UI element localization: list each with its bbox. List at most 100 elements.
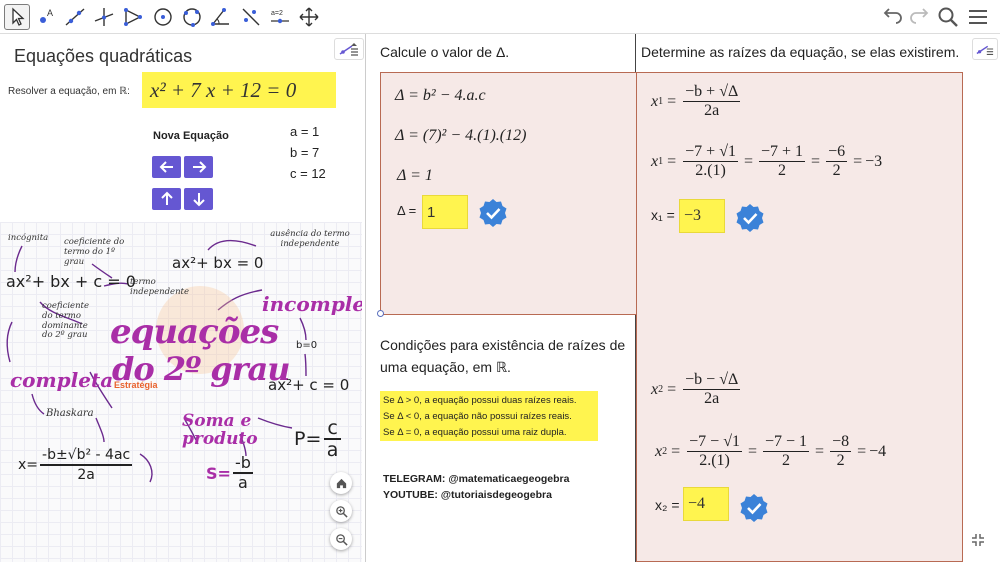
panel-divider-left xyxy=(365,34,366,562)
equation-display: x² + 7 x + 12 = 0 xyxy=(142,72,336,108)
x2-formula: x 2 = −b − √Δ 2a xyxy=(651,371,741,407)
x2-substitution: x 2 = −7 − √1 2.(1) = −7 − 12 = −8 2 = −4 xyxy=(655,433,887,469)
svg-text:A: A xyxy=(47,8,53,18)
poster-sum-formula: S= -b a xyxy=(206,454,253,492)
delta-result: Δ = 1 xyxy=(397,167,433,184)
x1-formula-den: 2a xyxy=(704,102,720,119)
x2-input-label: x₂ = xyxy=(655,497,680,513)
arrow-down-icon xyxy=(192,193,205,207)
poster-x-den: 2a xyxy=(77,467,95,483)
arrow-up-button[interactable] xyxy=(152,188,181,210)
poster-p-lhs: P= xyxy=(294,428,322,450)
zoom-out-icon xyxy=(335,533,348,546)
x2-check-icon xyxy=(740,494,768,522)
x1-step-den: 2 xyxy=(778,162,787,179)
circle-three-points-tool-icon[interactable] xyxy=(179,4,205,30)
resize-handle[interactable] xyxy=(377,310,384,317)
exit-fullscreen-icon[interactable] xyxy=(970,532,986,548)
arrow-down-button[interactable] xyxy=(184,188,213,210)
circle-tool-icon[interactable] xyxy=(150,4,176,30)
x2-step-num: −7 − 1 xyxy=(763,433,810,452)
poster-ausencia: ausência do termo independente xyxy=(270,229,350,249)
condition-zero: Se Δ = 0, a equação possui uma raiz dupl… xyxy=(383,427,567,438)
x1-input[interactable]: −3 xyxy=(679,199,725,233)
poster-bhaskara: Bhaskara xyxy=(46,408,94,419)
delta-substitution: Δ = (7)² − 4.(1).(12) xyxy=(395,127,527,144)
x2-sub-num: −7 − √1 xyxy=(687,433,742,452)
condition-positive: Se Δ > 0, a equação possui duas raízes r… xyxy=(383,395,577,406)
poster-x-num: -b±√b² - 4ac xyxy=(40,446,133,466)
delta-calculation-box: Δ = b² − 4.a.c Δ = (7)² − 4.(1).(12) Δ =… xyxy=(380,72,637,315)
coefficient-b: b = 7 xyxy=(290,145,320,160)
home-button[interactable] xyxy=(330,472,352,494)
condition-negative: Se Δ < 0, a equação não possui raízes re… xyxy=(383,411,572,422)
coefficient-a: a = 1 xyxy=(290,124,320,139)
move-graphics-view-icon[interactable] xyxy=(296,4,322,30)
new-equation-label: Nova Equação xyxy=(153,130,229,142)
arrow-left-icon xyxy=(159,161,173,173)
poster-completa: completa xyxy=(10,368,114,392)
x2-step-den: 2 xyxy=(782,452,791,469)
arrow-right-button[interactable] xyxy=(184,156,213,178)
angle-tool-icon[interactable] xyxy=(208,4,234,30)
menu-icon[interactable] xyxy=(966,5,990,29)
x1-input-label: x₁ = xyxy=(651,207,675,223)
x1-check-icon xyxy=(736,204,764,232)
zoom-in-icon xyxy=(335,505,348,518)
arrow-up-icon xyxy=(160,191,173,205)
zoom-in-button[interactable] xyxy=(330,500,352,522)
poster-eq-general: ax²+ bx + c = 0 xyxy=(6,272,136,291)
x2-formula-den: 2a xyxy=(704,390,720,407)
poster-coef-primeiro: coeficiente do termo do 1º grau xyxy=(64,237,125,267)
x1-substitution: x 1 = −7 + √1 2.(1) = −7 + 12 = −6 2 = −3 xyxy=(651,143,883,179)
x1-sub-num: −7 + √1 xyxy=(683,143,738,162)
redo-icon[interactable] xyxy=(907,5,931,29)
line-tool-icon[interactable] xyxy=(62,4,88,30)
move-tool-icon[interactable] xyxy=(4,4,30,30)
poster-eq-c: ax²+ c = 0 xyxy=(268,376,350,394)
undo-icon[interactable] xyxy=(881,5,905,29)
style-bar-toggle-right-icon[interactable] xyxy=(972,38,998,60)
equation-text: x² + 7 x + 12 = 0 xyxy=(150,77,297,102)
x2-result: −4 xyxy=(869,442,887,460)
x2-step2-den: 2 xyxy=(836,452,845,469)
check-icon xyxy=(479,199,507,227)
x1-formula: x 1 = −b + √Δ 2a xyxy=(651,83,741,119)
x2-input[interactable]: −4 xyxy=(683,487,729,521)
polygon-tool-icon[interactable] xyxy=(120,4,146,30)
slider-tool-icon[interactable]: a=2 xyxy=(267,4,293,30)
roots-section-title: Determine as raízes da equação, se elas … xyxy=(641,44,960,60)
x1-step2-num: −6 xyxy=(826,143,848,162)
poster-b0: b=0 xyxy=(296,340,318,351)
youtube-text: YOUTUBE: @tutoriaisdegeogebra xyxy=(383,489,552,501)
delta-input[interactable]: 1 xyxy=(422,195,468,229)
search-icon[interactable] xyxy=(936,5,960,29)
conditions-box: Se Δ > 0, a equação possui duas raízes r… xyxy=(380,391,598,441)
coefficient-c: c = 12 xyxy=(290,166,326,181)
telegram-text: TELEGRAM: @matematicaegeogebra xyxy=(383,473,570,485)
poster-p-num: c xyxy=(324,418,341,440)
conditions-title: Condições para existência de raízes de u… xyxy=(380,337,626,375)
delta-formula: Δ = b² − 4.a.c xyxy=(395,87,486,104)
toolbar: A a=2 xyxy=(0,0,1000,34)
poster-product-formula: P= c a xyxy=(294,418,341,460)
reflect-tool-icon[interactable] xyxy=(238,4,264,30)
x1-sub-den: 2.(1) xyxy=(695,162,726,179)
style-bar-toggle-icon[interactable] xyxy=(334,38,364,60)
poster-p-den: a xyxy=(326,439,339,461)
poster-s-den: a xyxy=(238,473,248,492)
delta-input-label: Δ = xyxy=(397,203,417,218)
poster-termo-ind: termo independente xyxy=(130,277,190,297)
x2-formula-num: −b − √Δ xyxy=(683,371,741,390)
zoom-out-button[interactable] xyxy=(330,528,352,550)
home-icon xyxy=(336,478,346,488)
quadratic-equations-poster: incógnita coeficiente do termo do 1º gra… xyxy=(0,222,362,562)
point-tool-icon[interactable]: A xyxy=(33,4,59,30)
poster-s-num: -b xyxy=(232,453,253,474)
poster-equacoes: equações xyxy=(110,312,279,352)
x1-step2-den: 2 xyxy=(832,162,841,179)
perpendicular-tool-icon[interactable] xyxy=(91,4,117,30)
page-title: Equações quadráticas xyxy=(14,46,193,66)
roots-calculation-box: x 1 = −b + √Δ 2a x 1 = −7 + √1 2.(1) = −7 + 12… xyxy=(636,72,963,562)
arrow-left-button[interactable] xyxy=(152,156,181,178)
